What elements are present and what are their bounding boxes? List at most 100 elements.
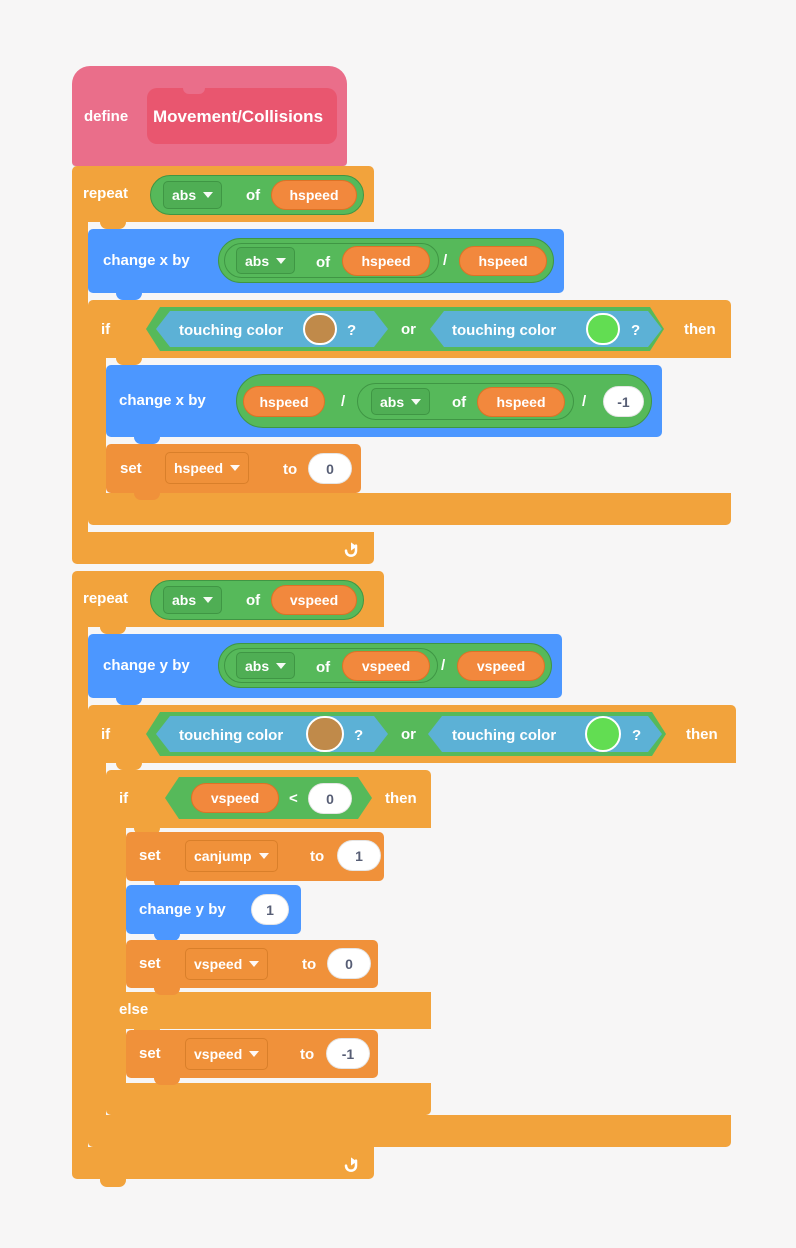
else-bar (106, 992, 431, 1029)
change-x-by-label-1: change x by (103, 252, 190, 269)
set-keyword-4: set (139, 1045, 161, 1062)
abs-of-word-1: of (246, 187, 261, 204)
variable-vspeed-3[interactable]: vspeed (457, 651, 545, 681)
variable-hspeed-4[interactable]: hspeed (243, 386, 325, 417)
variable-vspeed-4-label: vspeed (210, 790, 260, 806)
variable-hspeed-3[interactable]: hspeed (459, 246, 547, 276)
number-input-neg1-1[interactable]: -1 (603, 386, 644, 417)
set-hspeed-variable-dropdown[interactable]: hspeed (165, 452, 250, 484)
chevron-down-icon (249, 961, 260, 967)
if-2-notch (116, 763, 142, 770)
color-swatch-brown-1[interactable] (303, 313, 337, 345)
chevron-down-icon (230, 465, 241, 471)
set-vspeed-neg1-variable-dropdown[interactable]: vspeed (185, 1038, 269, 1070)
repeat-hspeed-notch (100, 222, 126, 229)
set-vspeed-0-variable-dropdown[interactable]: vspeed (185, 948, 269, 980)
abs-dropdown-5[interactable]: abs (236, 652, 296, 679)
set-to-word-2: to (310, 848, 325, 865)
procedure-name: Movement/Collisions (153, 107, 324, 126)
abs-dropdown-2-label: abs (245, 252, 270, 269)
block-workspace[interactable]: define Movement/Collisions repeat abs of… (0, 0, 796, 1248)
then-keyword-3: then (385, 790, 417, 807)
number-input-0-3[interactable]: 0 (327, 948, 371, 979)
touching-color-label-1: touching color (179, 322, 284, 339)
chevron-down-icon (203, 192, 214, 198)
variable-hspeed-2[interactable]: hspeed (342, 246, 430, 276)
number-input-0-3-value: 0 (345, 955, 353, 972)
color-swatch-green-1[interactable] (586, 313, 620, 345)
then-keyword-1: then (684, 321, 716, 338)
if-vspeed-spine-then (106, 828, 126, 992)
chevron-down-icon (276, 662, 287, 669)
set-canjump-variable-dropdown[interactable]: canjump (185, 840, 278, 872)
set-vspeed-0-variable-label: vspeed (194, 956, 243, 972)
change-y-by-label-1: change y by (103, 657, 190, 674)
divide-operator-4: / (441, 657, 446, 674)
chevron-down-icon (411, 398, 422, 405)
define-keyword: define (84, 108, 129, 125)
abs-dropdown-3[interactable]: abs (371, 388, 431, 415)
else-keyword: else (119, 1001, 149, 1018)
touching-color-label-3: touching color (179, 727, 284, 744)
change-x-by-label-2: change x by (119, 392, 206, 409)
variable-vspeed-4[interactable]: vspeed (191, 783, 279, 813)
variable-vspeed-2[interactable]: vspeed (342, 651, 430, 681)
variable-hspeed-5-label: hspeed (496, 394, 546, 410)
divide-operator-1: / (443, 252, 448, 269)
set-to-word-3: to (302, 956, 317, 973)
variable-hspeed-3-label: hspeed (478, 253, 528, 269)
variable-vspeed-1-label: vspeed (289, 592, 339, 608)
number-input-neg1-2[interactable]: -1 (326, 1038, 370, 1069)
touching-color-label-2: touching color (452, 322, 557, 339)
less-than-symbol: < (289, 790, 298, 807)
set-vspeed-neg1-variable-label: vspeed (194, 1046, 243, 1062)
color-swatch-brown-2[interactable] (306, 716, 344, 752)
number-input-1-2-value: 1 (266, 901, 274, 918)
touching-color-q-4: ? (632, 727, 642, 744)
if-1-spine (88, 358, 106, 493)
repeat-hspeed-keyword: repeat (83, 185, 129, 202)
color-swatch-green-2[interactable] (585, 716, 621, 752)
if-keyword-3: if (119, 790, 129, 807)
set-to-word-1: to (283, 461, 298, 478)
number-input-1-2[interactable]: 1 (251, 894, 289, 925)
if-1-footer (88, 493, 731, 525)
chevron-down-icon (249, 1051, 260, 1057)
repeat-hspeed-spine (72, 222, 88, 532)
abs-dropdown-3-label: abs (380, 393, 405, 410)
abs-dropdown-4[interactable]: abs (163, 586, 223, 614)
number-input-1-1[interactable]: 1 (337, 840, 381, 871)
number-input-0-1[interactable]: 0 (308, 453, 352, 484)
repeat-vspeed-keyword: repeat (83, 590, 129, 607)
loop-arrow-icon-2 (341, 1154, 361, 1174)
set-to-word-4: to (300, 1046, 315, 1063)
change-x-1-notch (116, 293, 142, 300)
if-vspeed-footer (106, 1083, 431, 1115)
divide-operator-2: / (341, 393, 346, 410)
if-1-notch (116, 358, 142, 365)
variable-hspeed-1-label: hspeed (289, 187, 339, 203)
if-keyword-2: if (101, 726, 111, 743)
chevron-down-icon (203, 597, 214, 603)
number-input-1-1-value: 1 (355, 847, 363, 864)
abs-of-word-5: of (316, 659, 331, 676)
variable-hspeed-5[interactable]: hspeed (477, 387, 565, 417)
set-keyword-1: set (120, 460, 142, 477)
abs-dropdown-2[interactable]: abs (236, 247, 296, 274)
variable-vspeed-3-label: vspeed (476, 658, 526, 674)
abs-dropdown-4-label: abs (172, 592, 197, 608)
number-input-0-2[interactable]: 0 (308, 783, 352, 814)
change-y-by-label-2: change y by (139, 901, 226, 918)
number-input-neg1-2-value: -1 (341, 1045, 355, 1062)
abs-dropdown-1[interactable]: abs (163, 181, 223, 209)
or-label-1: or (401, 321, 416, 338)
set-keyword-3: set (139, 955, 161, 972)
variable-vspeed-1[interactable]: vspeed (271, 585, 357, 615)
loop-arrow-icon (341, 539, 361, 559)
abs-of-word-2: of (316, 254, 331, 271)
set-hspeed-variable-label: hspeed (174, 460, 224, 476)
repeat-vspeed-footer (72, 1147, 374, 1179)
variable-hspeed-1[interactable]: hspeed (271, 180, 357, 210)
abs-dropdown-1-label: abs (172, 187, 197, 203)
set-keyword-2: set (139, 847, 161, 864)
